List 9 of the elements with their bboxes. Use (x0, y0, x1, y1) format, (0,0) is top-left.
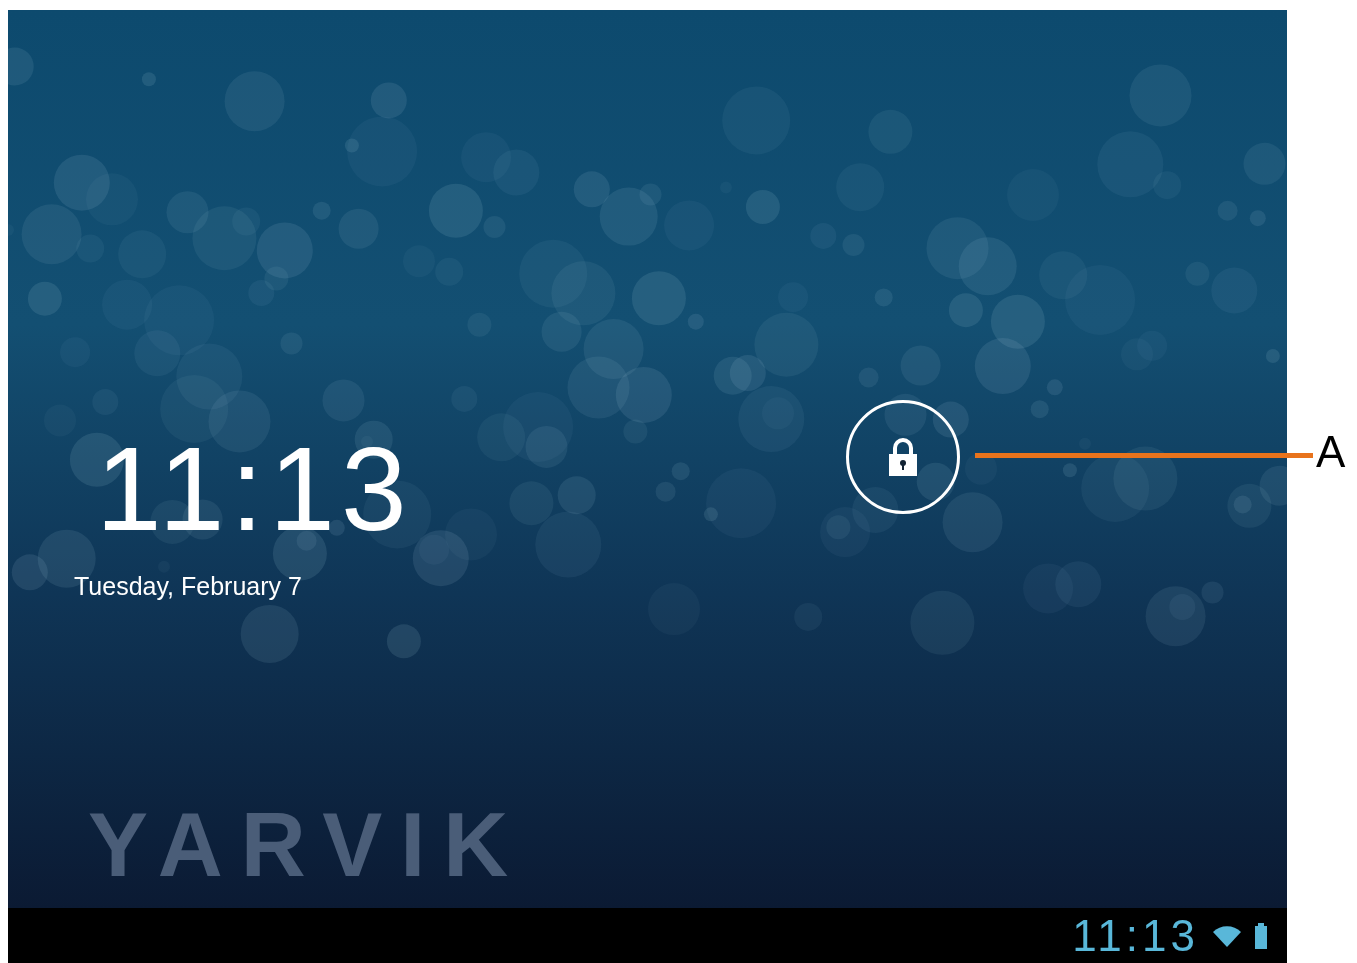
padlock-icon (887, 437, 919, 477)
callout-label: A (1316, 430, 1346, 474)
wifi-icon (1213, 924, 1241, 947)
battery-icon (1255, 922, 1267, 949)
unlock-ring-button[interactable] (846, 400, 960, 514)
clock-time: 11:13 (96, 430, 413, 548)
wallpaper-logo: YARVIK (88, 800, 527, 890)
status-clock: 11:13 (1072, 913, 1199, 958)
date-text: Tuesday, February 7 (74, 571, 303, 602)
